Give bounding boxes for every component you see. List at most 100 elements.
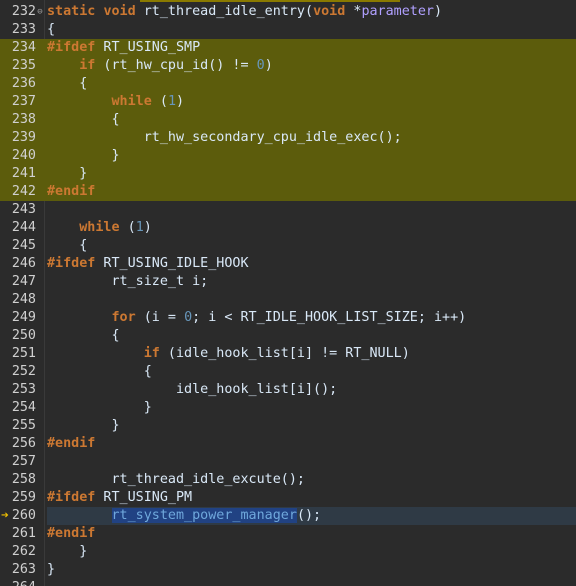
code-text[interactable]: } xyxy=(47,561,576,579)
line-number[interactable]: 237 xyxy=(0,93,36,111)
line-number[interactable]: 255 xyxy=(0,417,36,435)
line-number[interactable]: 241 xyxy=(0,165,36,183)
code-line[interactable]: 236 { xyxy=(0,75,576,93)
code-line[interactable]: 253 idle_hook_list[i](); xyxy=(0,381,576,399)
code-text[interactable]: #ifdef RT_USING_IDLE_HOOK xyxy=(47,255,576,273)
code-text[interactable]: idle_hook_list[i](); xyxy=(47,381,576,399)
code-line[interactable]: 264 xyxy=(0,579,576,586)
code-text[interactable]: while (1) xyxy=(47,93,576,111)
line-number[interactable]: 242 xyxy=(0,183,36,201)
line-number[interactable]: 246 xyxy=(0,255,36,273)
code-text[interactable]: rt_size_t i; xyxy=(47,273,576,291)
line-number[interactable]: 250 xyxy=(0,327,36,345)
line-number[interactable]: 245 xyxy=(0,237,36,255)
code-line[interactable]: 257 xyxy=(0,453,576,471)
code-line[interactable]: 255 } xyxy=(0,417,576,435)
code-text[interactable]: } xyxy=(47,543,576,561)
code-line[interactable]: 233 { xyxy=(0,21,576,39)
code-text[interactable]: #endif xyxy=(47,183,576,201)
line-number[interactable]: 259 xyxy=(0,489,36,507)
line-number[interactable]: 233 xyxy=(0,21,36,39)
collapse-minus-icon[interactable]: ⊖ xyxy=(36,8,44,17)
code-text[interactable]: static void rt_thread_idle_entry(void *p… xyxy=(47,3,576,21)
line-number[interactable]: 238 xyxy=(0,111,36,129)
code-line[interactable]: 244 while (1) xyxy=(0,219,576,237)
code-line[interactable]: 237 while (1) xyxy=(0,93,576,111)
code-line[interactable]: 261 #endif xyxy=(0,525,576,543)
code-line[interactable]: 239 rt_hw_secondary_cpu_idle_exec(); xyxy=(0,129,576,147)
code-editor[interactable]: 232 ⊖ static void rt_thread_idle_entry(voi… xyxy=(0,0,576,586)
code-lines[interactable]: 232 ⊖ static void rt_thread_idle_entry(voi… xyxy=(0,3,576,586)
line-number[interactable]: 257 xyxy=(0,453,36,471)
line-number[interactable]: 239 xyxy=(0,129,36,147)
code-text[interactable] xyxy=(47,201,576,219)
code-text[interactable]: if (rt_hw_cpu_id() != 0) xyxy=(47,57,576,75)
code-text[interactable]: { xyxy=(47,327,576,345)
code-text[interactable]: while (1) xyxy=(47,219,576,237)
line-number[interactable]: 262 xyxy=(0,543,36,561)
code-line[interactable]: 232 ⊖ static void rt_thread_idle_entry(voi… xyxy=(0,3,576,21)
code-line[interactable]: 248 xyxy=(0,291,576,309)
code-line[interactable]: 249 for (i = 0; i < RT_IDLE_HOOK_LIST_SI… xyxy=(0,309,576,327)
code-line[interactable]: 258 rt_thread_idle_excute(); xyxy=(0,471,576,489)
code-line[interactable]: 259 #ifdef RT_USING_PM xyxy=(0,489,576,507)
code-line[interactable]: 256 #endif xyxy=(0,435,576,453)
code-text[interactable]: { xyxy=(47,111,576,129)
code-line[interactable]: 262 } xyxy=(0,543,576,561)
line-number[interactable]: 251 xyxy=(0,345,36,363)
code-line[interactable]: 250 { xyxy=(0,327,576,345)
code-line[interactable]: 238 { xyxy=(0,111,576,129)
line-number[interactable]: 243 xyxy=(0,201,36,219)
line-number[interactable]: 234 xyxy=(0,39,36,57)
code-line[interactable]: ➔ 260 rt_system_power_manager(); xyxy=(0,507,576,525)
line-number[interactable]: 253 xyxy=(0,381,36,399)
code-text[interactable]: { xyxy=(47,21,576,39)
code-text[interactable]: #ifdef RT_USING_PM xyxy=(47,489,576,507)
code-line[interactable]: 240 } xyxy=(0,147,576,165)
code-line[interactable]: 254 } xyxy=(0,399,576,417)
code-text[interactable]: for (i = 0; i < RT_IDLE_HOOK_LIST_SIZE; … xyxy=(47,309,576,327)
code-line[interactable]: 263} xyxy=(0,561,576,579)
code-line[interactable]: 252 { xyxy=(0,363,576,381)
code-text[interactable]: rt_thread_idle_excute(); xyxy=(47,471,576,489)
code-line[interactable]: 246 #ifdef RT_USING_IDLE_HOOK xyxy=(0,255,576,273)
line-number[interactable]: 235 xyxy=(0,57,36,75)
line-number[interactable]: 248 xyxy=(0,291,36,309)
line-number[interactable]: 263 xyxy=(0,561,36,579)
code-text[interactable]: #ifdef RT_USING_SMP xyxy=(47,39,576,57)
line-number[interactable]: 247 xyxy=(0,273,36,291)
code-text[interactable]: #endif xyxy=(47,435,576,453)
code-text[interactable]: { xyxy=(47,75,576,93)
code-text[interactable]: if (idle_hook_list[i] != RT_NULL) xyxy=(47,345,576,363)
code-text[interactable]: } xyxy=(47,417,576,435)
line-number[interactable]: 264 xyxy=(0,579,36,586)
code-line[interactable]: 241 } xyxy=(0,165,576,183)
code-text[interactable] xyxy=(47,579,576,586)
code-text[interactable]: rt_hw_secondary_cpu_idle_exec(); xyxy=(47,129,576,147)
code-line[interactable]: 234 #ifdef RT_USING_SMP xyxy=(0,39,576,57)
code-text[interactable]: { xyxy=(47,363,576,381)
line-number[interactable]: 256 xyxy=(0,435,36,453)
line-number[interactable]: 236 xyxy=(0,75,36,93)
line-number[interactable]: 240 xyxy=(0,147,36,165)
code-line[interactable]: 242 #endif xyxy=(0,183,576,201)
line-number[interactable]: 258 xyxy=(0,471,36,489)
code-line[interactable]: 247 rt_size_t i; xyxy=(0,273,576,291)
line-number[interactable]: 232 xyxy=(0,3,36,21)
line-number[interactable]: 254 xyxy=(0,399,36,417)
code-text[interactable]: } xyxy=(47,399,576,417)
code-line[interactable]: 243 xyxy=(0,201,576,219)
line-number[interactable]: 249 xyxy=(0,309,36,327)
code-line[interactable]: 251 if (idle_hook_list[i] != RT_NULL) xyxy=(0,345,576,363)
code-text[interactable]: } xyxy=(47,147,576,165)
line-number[interactable]: 260 xyxy=(0,507,36,525)
code-text[interactable] xyxy=(47,291,576,309)
line-number[interactable]: 261 xyxy=(0,525,36,543)
code-text[interactable]: { xyxy=(47,237,576,255)
code-line[interactable]: 245 { xyxy=(0,237,576,255)
code-text[interactable] xyxy=(47,453,576,471)
code-line[interactable]: 235 if (rt_hw_cpu_id() != 0) xyxy=(0,57,576,75)
line-number[interactable]: 252 xyxy=(0,363,36,381)
line-number[interactable]: 244 xyxy=(0,219,36,237)
code-text[interactable]: rt_system_power_manager(); xyxy=(47,507,576,525)
